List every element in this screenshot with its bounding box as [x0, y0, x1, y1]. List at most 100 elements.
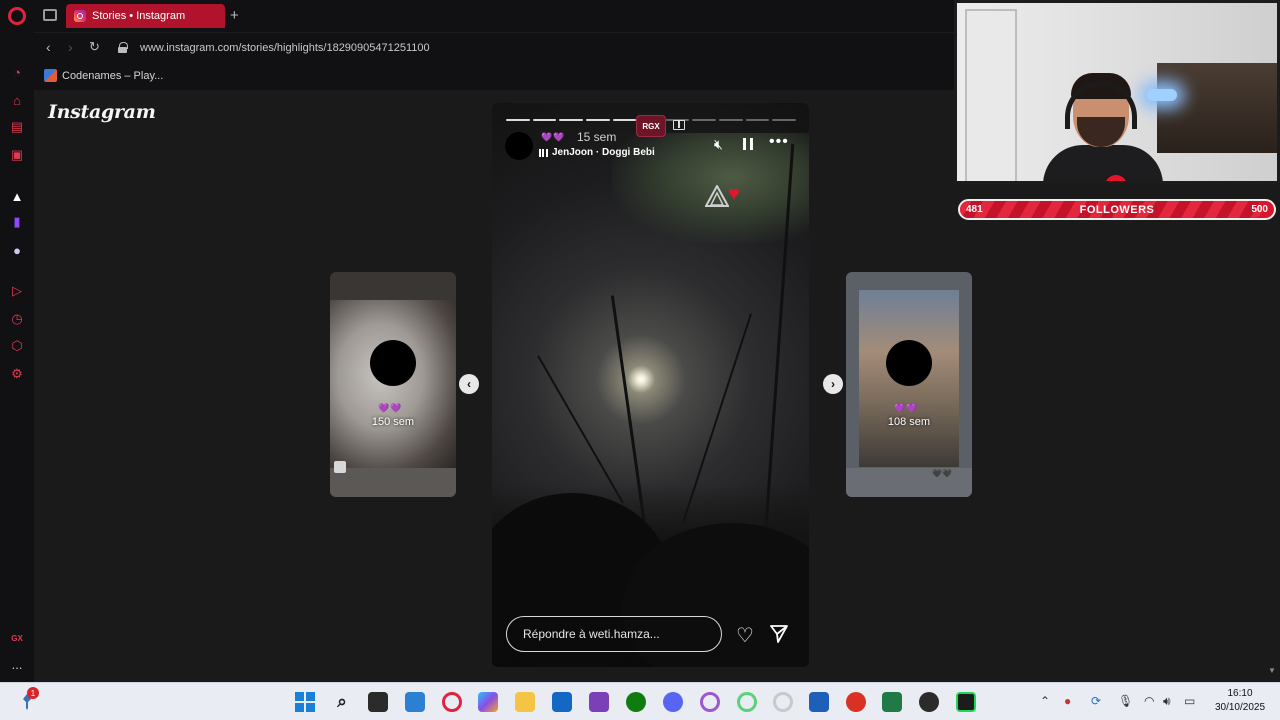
- pdf-icon[interactable]: [846, 692, 866, 712]
- avatar: [370, 340, 416, 386]
- security-icon[interactable]: ●: [1064, 694, 1071, 708]
- extensions-icon[interactable]: ⬡: [9, 338, 25, 354]
- store-icon[interactable]: [552, 692, 572, 712]
- new-tab-button[interactable]: +: [230, 7, 239, 24]
- progress-segment: [745, 119, 770, 121]
- followers-label: FOLLOWERS: [1079, 204, 1155, 216]
- clock-time: 16:10: [1227, 688, 1253, 699]
- opera-aria-icon[interactable]: [589, 692, 609, 712]
- previous-story-card[interactable]: 💜💜 150 sem: [330, 272, 456, 497]
- history-icon[interactable]: ◷: [9, 311, 25, 327]
- story-viewer[interactable]: 💜💜 15 sem JenJoon · Doggi Bebi RGX 🔇︎ ••…: [492, 103, 809, 667]
- sync-icon[interactable]: ⟳: [1091, 694, 1101, 708]
- progress-segment: [559, 119, 583, 121]
- bookmark-codenames[interactable]: Codenames – Play...: [62, 70, 163, 82]
- tab-title: Stories • Instagram: [92, 10, 186, 22]
- volume-icon[interactable]: 🔊︎: [1163, 694, 1171, 709]
- word-icon[interactable]: [809, 692, 829, 712]
- discord-taskbar-icon[interactable]: [663, 692, 683, 712]
- start-icon[interactable]: [295, 692, 315, 712]
- microphone-icon[interactable]: 🎙︎: [1118, 694, 1133, 708]
- address-bar: ‹ › ↻ www.instagram.com/stories/highligh…: [34, 32, 954, 63]
- avatar[interactable]: [505, 132, 533, 160]
- opera-purple-icon[interactable]: [700, 692, 720, 712]
- copilot-icon[interactable]: [478, 692, 498, 712]
- reply-input[interactable]: Répondre à weti.hamza...: [506, 616, 722, 652]
- codenames-icon: [44, 69, 57, 82]
- news-icon[interactable]: ▣: [9, 147, 25, 163]
- progress-segment: [585, 119, 610, 121]
- wifi-icon[interactable]: ◠: [1144, 694, 1154, 708]
- url-field[interactable]: www.instagram.com/stories/highlights/182…: [140, 42, 430, 54]
- card-tag: 🖤🖤: [932, 469, 952, 478]
- send-icon[interactable]: [769, 624, 789, 644]
- clock[interactable]: 16:10 30/10/2025: [1208, 687, 1272, 715]
- instagram-icon: [74, 10, 86, 22]
- photos-icon[interactable]: [405, 692, 425, 712]
- windows-taskbar: 1 ⌕ ⌃ ● ⟳ 🎙︎ ◠ 🔊︎ ▭ 16:10 30/10/2025: [0, 682, 1280, 720]
- next-story-card[interactable]: 🖤🖤 💜💜 108 sem: [846, 272, 972, 497]
- player-icon[interactable]: ▷: [9, 283, 25, 299]
- screen: ◔ ⌂ ▤ ▣ ▲ ▮ ● ▷ ◷ ⬡ ⚙ GX ... Stories • I…: [0, 0, 1280, 720]
- tray-overflow-icon[interactable]: ⌃: [1040, 694, 1050, 708]
- opera-green-icon[interactable]: [737, 692, 757, 712]
- webcam-door: [965, 9, 1017, 181]
- webcam-overlay: [954, 0, 1280, 184]
- reload-icon[interactable]: ↻: [89, 39, 100, 55]
- task-view-icon[interactable]: [368, 692, 388, 712]
- tab-instagram-stories[interactable]: Stories • Instagram: [66, 4, 225, 28]
- lock-icon: [118, 42, 128, 53]
- opera-gx-logo-icon[interactable]: [8, 7, 26, 25]
- forward-icon[interactable]: ›: [68, 39, 73, 55]
- progress-segment: [692, 119, 716, 121]
- speed-dial-icon[interactable]: ◔: [9, 64, 25, 80]
- followers-goal-bar: 481 FOLLOWERS 500: [958, 199, 1276, 220]
- file-explorer-icon[interactable]: [515, 692, 535, 712]
- scroll-down-icon[interactable]: ▼: [1268, 666, 1276, 675]
- avatar: [886, 340, 932, 386]
- opera-gx-taskbar-icon[interactable]: [442, 692, 462, 712]
- rgx-badge[interactable]: RGX: [636, 115, 666, 137]
- battery-icon[interactable]: ▭: [1184, 694, 1195, 708]
- streamer: [1043, 73, 1163, 181]
- instagram-logo[interactable]: Instagram: [48, 101, 156, 123]
- search-icon[interactable]: ⌕: [332, 692, 352, 712]
- triangle-sticker-icon: [705, 185, 729, 207]
- pause-icon[interactable]: [743, 138, 753, 150]
- gx-control-label[interactable]: GX: [9, 630, 25, 646]
- sidebar-more-icon[interactable]: ...: [9, 656, 25, 672]
- mute-icon[interactable]: 🔇︎: [714, 136, 723, 153]
- card-hearts: 💜💜: [378, 403, 403, 413]
- like-icon[interactable]: ♡: [736, 623, 754, 648]
- browser-sidebar: ◔ ⌂ ▤ ▣ ▲ ▮ ● ▷ ◷ ⬡ ⚙ GX ...: [0, 0, 34, 682]
- xbox-icon[interactable]: [626, 692, 646, 712]
- progress-segment: [612, 119, 637, 121]
- story-music[interactable]: JenJoon · Doggi Bebi: [552, 147, 655, 158]
- settings-icon[interactable]: ⚙: [9, 366, 25, 382]
- tab-bar: Stories • Instagram +: [34, 0, 954, 32]
- more-options-icon[interactable]: •••: [769, 133, 789, 151]
- twitch-icon[interactable]: ▮: [9, 214, 25, 230]
- gx-corner-icon[interactable]: ▤: [9, 119, 25, 135]
- music-icon: [539, 149, 548, 157]
- streamlabs-icon[interactable]: [956, 692, 976, 712]
- tab-menu-icon[interactable]: [43, 9, 57, 21]
- discord-icon[interactable]: ●: [9, 242, 25, 258]
- progress-segment: [532, 119, 557, 121]
- aria-icon[interactable]: ▲: [9, 188, 25, 204]
- obs-icon[interactable]: [919, 692, 939, 712]
- opera-grey-icon[interactable]: [773, 692, 793, 712]
- next-story-button[interactable]: ›: [823, 374, 843, 394]
- page-content-right: [954, 218, 1280, 682]
- back-icon[interactable]: ‹: [46, 39, 51, 55]
- progress-segment: [506, 119, 530, 121]
- split-screen-icon[interactable]: [673, 120, 685, 130]
- clock-date: 30/10/2025: [1214, 702, 1266, 713]
- excel-icon[interactable]: [882, 692, 902, 712]
- bookmarks-bar: Codenames – Play...: [34, 63, 954, 90]
- previous-story-button[interactable]: ‹: [459, 374, 479, 394]
- shopping-icon[interactable]: ⌂: [9, 92, 25, 108]
- thumbnail-icon: [334, 461, 346, 473]
- notification-badge: 1: [27, 687, 39, 699]
- card-time: 108 sem: [887, 416, 931, 428]
